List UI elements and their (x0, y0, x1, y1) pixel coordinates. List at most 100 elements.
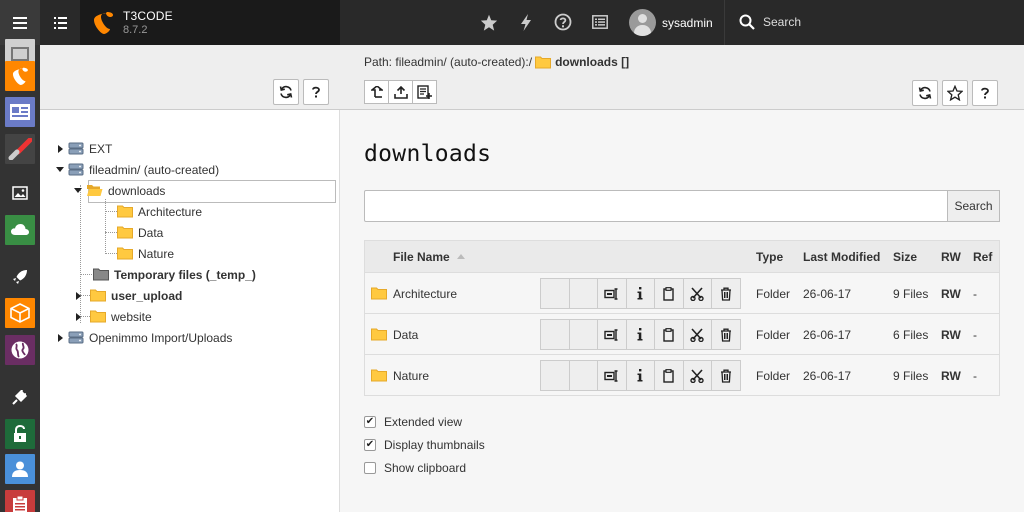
arrow-up-icon (370, 86, 383, 98)
image-module[interactable] (5, 178, 35, 208)
info-button[interactable] (625, 360, 655, 391)
user-menu[interactable]: sysadmin (629, 9, 713, 36)
help-button[interactable] (972, 80, 998, 106)
system-info-button[interactable] (590, 12, 610, 32)
news-module[interactable] (5, 97, 35, 127)
tree-item-temporary-files[interactable]: Temporary files (_temp_) (93, 264, 256, 285)
package-icon (10, 303, 30, 323)
table-row[interactable]: Data Folder 26-06-17 6 Files RW - (365, 313, 999, 354)
display-thumbnails-checkbox[interactable]: ✔ (364, 439, 376, 451)
file-name[interactable]: Nature (393, 369, 429, 383)
live-search[interactable]: Search (724, 0, 1024, 45)
page-tree-toggle[interactable] (40, 0, 80, 45)
lock-module[interactable] (5, 419, 35, 449)
empty-action (568, 360, 598, 391)
typo3-module[interactable] (5, 61, 35, 91)
user-module[interactable] (5, 454, 35, 484)
rename-button[interactable] (597, 278, 627, 309)
search-input[interactable] (364, 190, 948, 222)
cut-button[interactable] (682, 319, 712, 350)
tree-item-architecture[interactable]: Architecture (117, 201, 202, 222)
info-icon (637, 328, 643, 341)
folder-icon (117, 247, 133, 260)
image-icon (12, 186, 28, 200)
tree-item-fileadmin[interactable]: fileadmin/ (auto-created) (55, 159, 219, 180)
path-current: downloads [] (555, 55, 630, 69)
folder-icon (371, 369, 387, 382)
rocket-module[interactable] (5, 262, 35, 292)
upload-button[interactable] (388, 80, 413, 104)
info-button[interactable] (625, 319, 655, 350)
copy-button[interactable] (654, 278, 684, 309)
tree-refresh-button[interactable] (273, 79, 299, 105)
info-button[interactable] (625, 278, 655, 309)
expand-icon[interactable] (73, 312, 83, 321)
tree-item-nature[interactable]: Nature (117, 243, 174, 264)
sort-ascending-icon[interactable] (457, 254, 465, 259)
copy-button[interactable] (654, 319, 684, 350)
tree-item-website[interactable]: website (73, 306, 152, 327)
logo-area[interactable]: T3CODE 8.7.2 (80, 0, 340, 45)
package-module[interactable] (5, 298, 35, 328)
tree-item-user-upload[interactable]: user_upload (73, 285, 182, 306)
collapse-icon[interactable] (55, 167, 65, 172)
expand-icon[interactable] (55, 144, 65, 153)
folder-open-icon (86, 184, 103, 197)
rename-button[interactable] (597, 319, 627, 350)
extended-view-checkbox[interactable]: ✔ (364, 416, 376, 428)
search-button[interactable]: Search (948, 190, 1000, 222)
copy-button[interactable] (654, 360, 684, 391)
help-button[interactable] (553, 12, 573, 32)
scissors-icon (690, 286, 704, 301)
show-clipboard-checkbox[interactable] (364, 462, 376, 474)
refresh-button[interactable] (912, 80, 938, 106)
typo3-icon (12, 67, 28, 85)
delete-button[interactable] (711, 319, 741, 350)
column-type: Type (756, 250, 784, 264)
option-extended-view[interactable]: ✔ Extended view (364, 414, 462, 430)
tree-help-button[interactable] (303, 79, 329, 105)
folder-icon (535, 56, 552, 69)
bookmarks-button[interactable] (479, 12, 499, 32)
clipboard-module[interactable] (5, 490, 35, 512)
page-title: downloads (364, 141, 492, 167)
tree-item-openimmo[interactable]: Openimmo Import/Uploads (55, 327, 232, 348)
tree-item-data[interactable]: Data (117, 222, 163, 243)
user-name: sysadmin (662, 15, 713, 30)
bookmark-button[interactable] (942, 80, 968, 106)
cut-button[interactable] (682, 360, 712, 391)
globe-icon (11, 341, 29, 359)
expand-icon[interactable] (55, 333, 65, 342)
flush-cache-button[interactable] (516, 12, 536, 32)
trash-icon (720, 328, 731, 342)
delete-button[interactable] (711, 278, 741, 309)
expand-icon[interactable] (73, 291, 83, 300)
scissors-icon (690, 368, 704, 383)
tree-item-ext[interactable]: EXT (55, 138, 112, 159)
info-icon (637, 369, 643, 382)
cloud-module[interactable] (5, 215, 35, 245)
brush-module[interactable] (5, 134, 35, 164)
globe-module[interactable] (5, 335, 35, 365)
option-show-clipboard[interactable]: Show clipboard (364, 460, 466, 476)
clipboard-icon (13, 495, 27, 512)
rename-button[interactable] (597, 360, 627, 391)
folder-up-button[interactable] (364, 80, 389, 104)
rename-icon (604, 328, 618, 341)
file-name[interactable]: Architecture (393, 287, 457, 301)
menu-icon (13, 16, 27, 29)
cut-button[interactable] (682, 278, 712, 309)
folder-temp-icon (93, 268, 109, 281)
option-display-thumbnails[interactable]: ✔ Display thumbnails (364, 437, 485, 453)
topbar: T3CODE 8.7.2 sysadmin Search (0, 0, 1024, 45)
delete-button[interactable] (711, 360, 741, 391)
folder-icon (90, 289, 106, 302)
tree-item-downloads[interactable]: downloads (73, 180, 165, 201)
table-row[interactable]: Architecture Folder 26-06-17 9 Files RW … (365, 272, 999, 313)
table-row[interactable]: Nature Folder 26-06-17 9 Files RW - (365, 354, 999, 395)
column-file-name[interactable]: File Name (393, 250, 450, 264)
collapse-icon[interactable] (73, 188, 83, 193)
new-file-button[interactable] (412, 80, 437, 104)
file-name[interactable]: Data (393, 328, 418, 342)
plug-module[interactable] (5, 382, 35, 412)
